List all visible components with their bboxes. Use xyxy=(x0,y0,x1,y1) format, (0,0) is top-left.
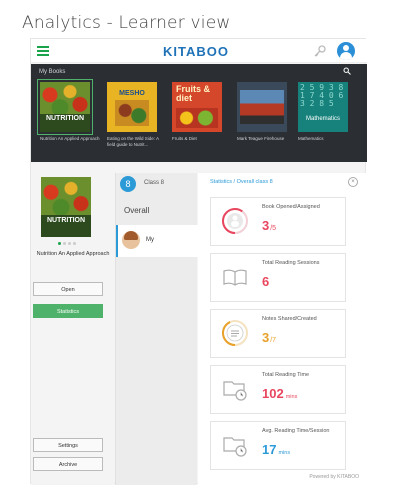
book-cover: 2 5 9 3 8 1 7 4 0 6 3 2 8 5 Mathematics xyxy=(298,82,348,132)
stat-value: 6 xyxy=(262,274,270,289)
book-cover-title: Mathematics xyxy=(305,116,340,122)
book-caption: Mark Teague Firehouse xyxy=(237,136,285,141)
book-caption: Fruits & Diet xyxy=(172,136,197,141)
top-bar: KITABOO xyxy=(31,39,367,63)
book-cover: NUTRITION xyxy=(40,82,90,132)
class-selector[interactable]: 8 Class 8 xyxy=(120,176,194,194)
shelf-title: My Books xyxy=(39,69,66,75)
book-caption: Mathematics xyxy=(298,136,324,141)
stat-label: Avg. Reading Time/Session xyxy=(262,428,330,434)
book-mathematics[interactable]: 2 5 9 3 8 1 7 4 0 6 3 2 8 5 Mathematics … xyxy=(298,82,348,141)
book-caption: Nutrition An Applied Approach xyxy=(40,136,100,141)
selected-book-name: Nutrition An Applied Approach xyxy=(36,251,110,257)
open-button[interactable]: Open xyxy=(33,282,103,296)
stat-label: Total Reading Sessions xyxy=(262,260,320,266)
powered-by-footer: Powered by KITABOO xyxy=(309,474,359,480)
stat-label: Book Opened/Assigned xyxy=(262,204,320,210)
user-avatar-icon[interactable] xyxy=(337,42,355,60)
search-icon[interactable] xyxy=(343,67,351,77)
open-book-icon xyxy=(221,263,249,291)
stat-value: 3/5 xyxy=(262,218,277,233)
book-detail-panel: NUTRITION Nutrition An Applied Approach … xyxy=(31,173,114,485)
class-label: Class 8 xyxy=(144,180,165,186)
book-cover: Fruits & diet xyxy=(172,82,222,132)
number-pattern: 2 5 9 3 8 1 7 4 0 6 3 2 8 5 xyxy=(300,84,344,108)
learner-avatar xyxy=(122,231,140,249)
stat-label: Total Reading Time xyxy=(262,372,310,378)
hamburger-menu-icon[interactable] xyxy=(37,46,49,56)
book-eating-wild-side[interactable]: MESHO Eating on the Wild Side: A field g… xyxy=(107,82,159,147)
stat-value: 17 mins xyxy=(262,442,291,457)
my-books-shelf: My Books NUTRITION Nutrition An Applied … xyxy=(31,64,367,162)
app-window: KITABOO My Books NUTRITION Nutrition An … xyxy=(30,38,367,485)
page-title: Analytics - Learner view xyxy=(22,13,231,33)
notes-ring-icon xyxy=(221,319,249,347)
page: Analytics - Learner view KITABOO My Book… xyxy=(0,0,400,498)
selected-book-cover: NUTRITION xyxy=(41,177,91,237)
statistics-button[interactable]: Statistics xyxy=(33,304,103,318)
my-item[interactable]: My xyxy=(116,225,198,257)
book-cover-title: NUTRITION xyxy=(45,115,85,122)
stat-card-avg-reading-time: Avg. Reading Time/Session 17 mins xyxy=(210,421,346,470)
book-nutrition[interactable]: NUTRITION Nutrition An Applied Approach xyxy=(37,79,100,141)
class-panel: 8 Class 8 Overall My xyxy=(115,173,198,485)
kitaboo-logo: KITABOO xyxy=(163,44,229,59)
book-cover: MESHO xyxy=(107,82,157,132)
book-cover-title: Fruits & diet xyxy=(176,84,211,103)
stat-card-books-opened: Book Opened/Assigned 3/5 xyxy=(210,197,346,246)
book-cover xyxy=(237,82,287,132)
settings-button[interactable]: Settings xyxy=(33,438,103,452)
stat-value: 102 mins xyxy=(262,386,298,401)
stat-card-notes: Notes Shared/Created 3/7 xyxy=(210,309,346,358)
statistics-panel: Statistics / Overall class 8 × Book Open… xyxy=(198,173,367,485)
class-number-badge: 8 xyxy=(120,176,136,192)
books-opened-ring-icon xyxy=(221,207,249,235)
carousel-dots[interactable] xyxy=(58,242,76,245)
close-icon[interactable]: × xyxy=(348,177,358,187)
my-label: My xyxy=(146,237,154,243)
book-caption: Eating on the Wild Side: A field guide t… xyxy=(107,136,159,147)
folder-clock-icon xyxy=(221,431,249,459)
folder-clock-icon xyxy=(221,375,249,403)
statistics-breadcrumb[interactable]: Statistics / Overall class 8 xyxy=(210,179,273,185)
book-cover-title: MESHO xyxy=(119,90,145,97)
key-icon[interactable] xyxy=(313,44,327,58)
overall-item[interactable]: Overall xyxy=(124,206,149,215)
stat-label: Notes Shared/Created xyxy=(262,316,317,322)
book-firehouse[interactable]: Mark Teague Firehouse xyxy=(237,82,287,141)
book-fruits-diet[interactable]: Fruits & diet Fruits & Diet xyxy=(172,82,222,141)
stat-card-reading-sessions: Total Reading Sessions 6 xyxy=(210,253,346,302)
stat-value: 3/7 xyxy=(262,330,277,345)
selected-book-cover-title: NUTRITION xyxy=(46,217,86,224)
stat-card-reading-time: Total Reading Time 102 mins xyxy=(210,365,346,414)
